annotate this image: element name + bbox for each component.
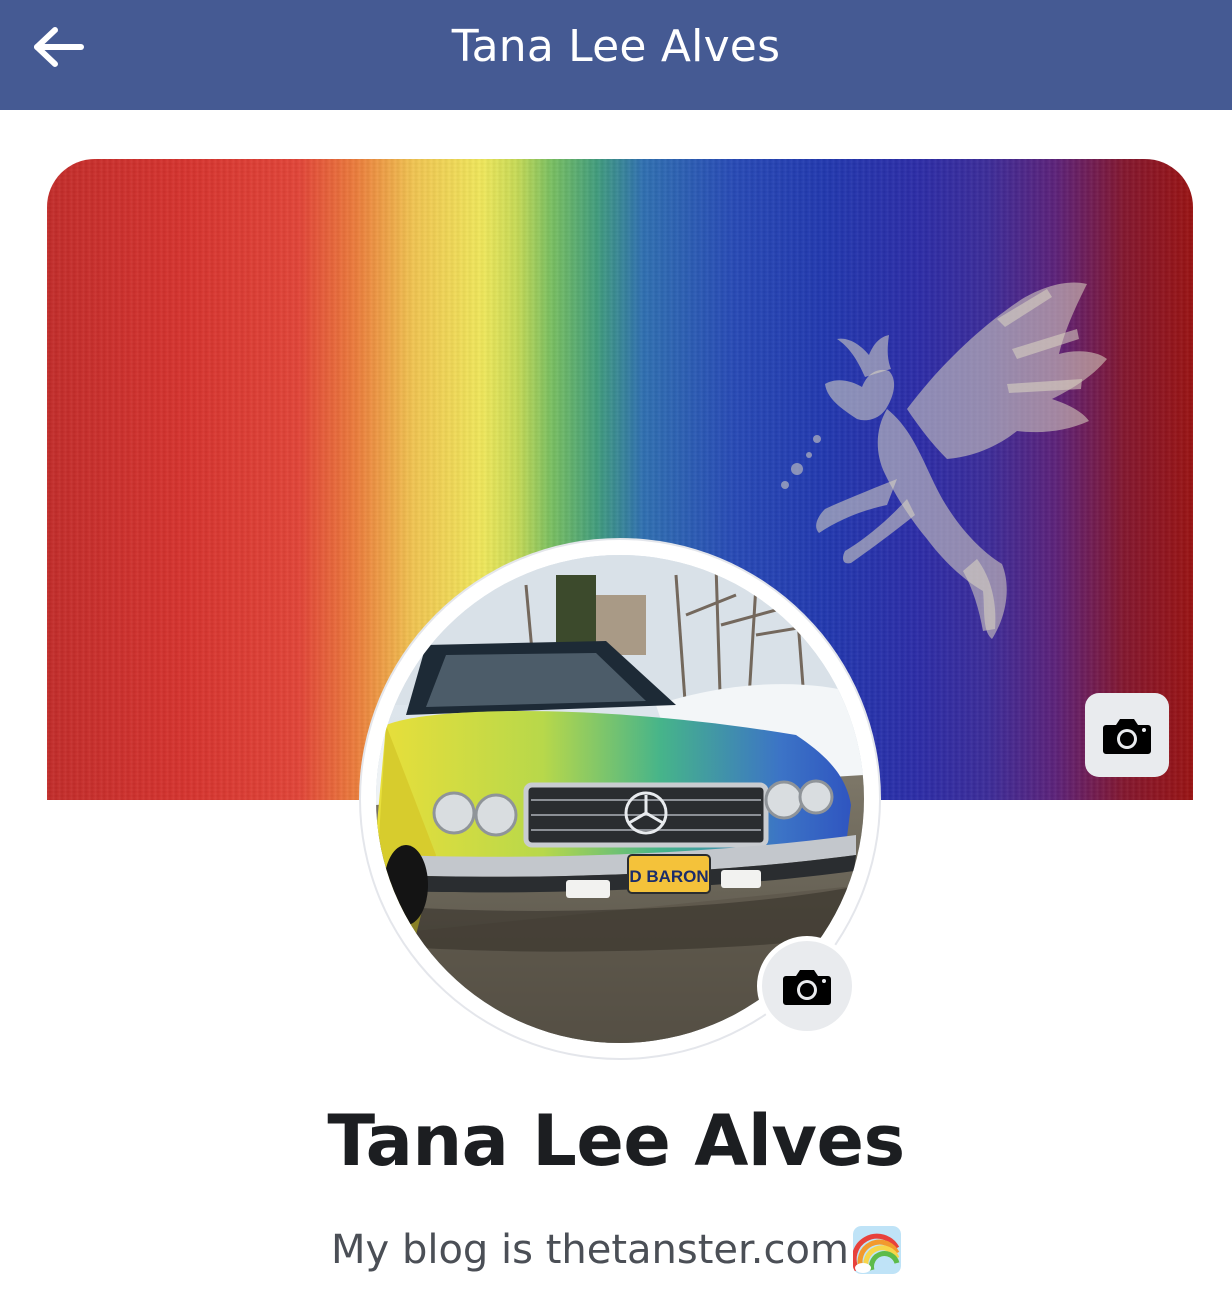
profile-page: Tana Lee Alves D BARON Tana Lee Alves My… <box>0 0 1232 1293</box>
pegasus-silhouette <box>781 282 1107 639</box>
camera-icon <box>1103 719 1151 754</box>
arrow-left-icon <box>34 27 84 67</box>
profile-bio[interactable]: My blog is thetanster.com <box>0 1226 1232 1274</box>
cover-camera-button[interactable] <box>1085 693 1169 777</box>
profile-name: Tana Lee Alves <box>327 1100 905 1182</box>
back-button[interactable] <box>26 22 92 72</box>
bio-text: My blog is thetanster.com <box>331 1227 849 1273</box>
avatar-camera-button[interactable] <box>757 936 857 1036</box>
rainbow-icon <box>852 1226 901 1274</box>
camera-icon <box>783 970 831 1005</box>
nav-title: Tana Lee Alves <box>451 21 781 72</box>
license-plate: D BARON <box>629 867 708 886</box>
top-nav-bar: Tana Lee Alves <box>0 0 1232 110</box>
